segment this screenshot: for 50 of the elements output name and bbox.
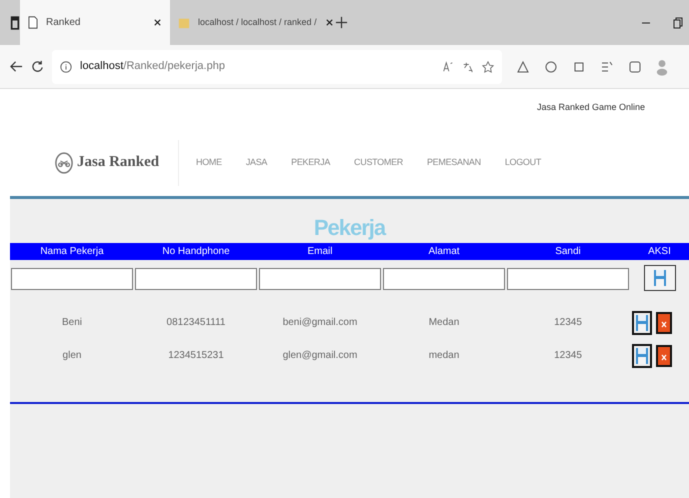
page-icon [28, 16, 38, 29]
info-icon[interactable] [60, 60, 72, 72]
logo-icon [55, 152, 73, 174]
refresh-icon[interactable] [31, 60, 44, 73]
brand-name: Jasa Ranked [77, 153, 160, 172]
close-icon[interactable] [324, 18, 334, 27]
nav-link[interactable]: PEMESANAN [426, 156, 481, 170]
nav-link[interactable]: PEKERJA [291, 156, 330, 170]
column-header: No Handphone [134, 243, 258, 260]
favorites-list-icon[interactable] [600, 60, 614, 74]
column-header: Email [258, 243, 382, 260]
collections-icon[interactable] [628, 60, 642, 74]
table-cell: glen [62, 350, 82, 361]
back-icon[interactable] [10, 60, 23, 73]
nav-link[interactable]: LOGOUT [504, 156, 542, 170]
column-header: Alamat [382, 243, 506, 260]
translate-icon[interactable] [462, 60, 474, 72]
folder-icon [178, 16, 190, 28]
table-cell: 08123451111 [166, 317, 226, 328]
nav-link[interactable]: CUSTOMER [354, 156, 403, 170]
input-field[interactable] [135, 268, 257, 290]
input-field[interactable] [259, 268, 381, 290]
new-tab-icon[interactable] [335, 16, 348, 29]
tagline: Jasa Ranked Game Online [536, 101, 646, 114]
tab-actions-icon[interactable] [10, 16, 20, 30]
table-cell: 12345 [554, 350, 582, 361]
table-cell: glen@gmail.com [282, 350, 358, 361]
table-cell: 1234515231 [168, 350, 224, 361]
table-cell: beni@gmail.com [282, 317, 358, 328]
input-field[interactable] [11, 268, 133, 290]
browser-tab[interactable]: localhost / localhost / ranked / [170, 0, 335, 45]
page-title: Pekerja [314, 214, 386, 242]
input-field[interactable] [507, 268, 629, 290]
nav-link[interactable]: JASA [246, 156, 268, 170]
column-header: Nama Pekerja [10, 243, 134, 260]
restore-icon[interactable] [673, 16, 683, 28]
nav-link[interactable]: HOME [196, 156, 222, 170]
favorite-icon[interactable] [482, 60, 494, 72]
close-icon[interactable] [153, 18, 162, 27]
read-aloud-icon[interactable] [442, 60, 454, 72]
table-cell: Beni [62, 317, 82, 328]
column-header: AKSI [630, 243, 689, 260]
address-bar[interactable]: localhost/Ranked/pekerja.php [52, 50, 502, 84]
browser-tab[interactable]: Ranked [20, 0, 170, 45]
table-cell: medan [428, 350, 460, 361]
table-cell: Medan [428, 317, 460, 328]
save-button[interactable] [644, 265, 676, 291]
table-cell: 12345 [554, 317, 582, 328]
input-field[interactable] [383, 268, 505, 290]
column-header: Sandi [506, 243, 630, 260]
